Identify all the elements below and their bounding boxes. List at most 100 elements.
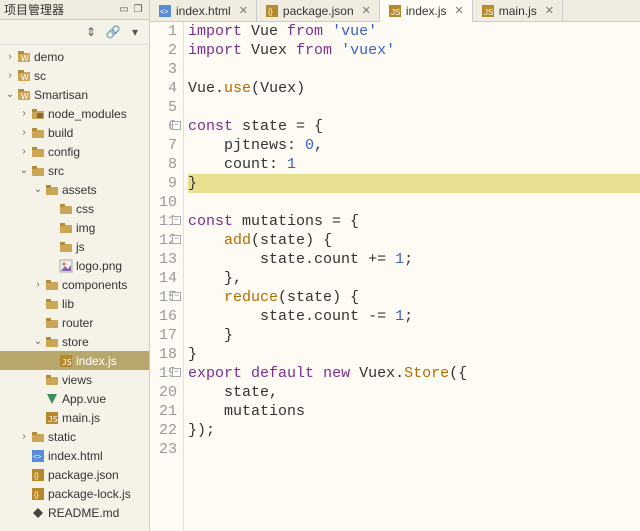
token-op: .: [395, 365, 404, 382]
code-line[interactable]: });: [188, 421, 640, 440]
code-line[interactable]: mutations: [188, 402, 640, 421]
expand-caret-icon[interactable]: ›: [4, 51, 16, 62]
tree-node-readme-md[interactable]: README.md: [0, 503, 149, 522]
expand-caret-icon[interactable]: ›: [4, 70, 16, 81]
link-editor-icon[interactable]: 🔗: [105, 24, 121, 40]
tree-node-js[interactable]: js: [0, 237, 149, 256]
tree-node-static[interactable]: ›static: [0, 427, 149, 446]
code-line[interactable]: state.count += 1;: [188, 250, 640, 269]
tab-main-js[interactable]: JSmain.js✕: [473, 0, 563, 21]
tree-node-demo[interactable]: ›Wdemo: [0, 47, 149, 66]
fold-marker-icon[interactable]: −: [172, 235, 181, 244]
tree-node-package-lock-js[interactable]: {}package-lock.js: [0, 484, 149, 503]
tree-node-sc[interactable]: ›Wsc: [0, 66, 149, 85]
token-op: = {: [332, 213, 359, 230]
tree-node-config[interactable]: ›config: [0, 142, 149, 161]
close-tab-icon[interactable]: ✕: [455, 4, 464, 17]
tree-label: js: [74, 240, 85, 254]
token-pln: state: [188, 384, 269, 401]
fold-marker-icon[interactable]: −: [172, 216, 181, 225]
expand-caret-icon[interactable]: ⌄: [32, 184, 44, 195]
tree-node-src[interactable]: ⌄src: [0, 161, 149, 180]
tree-node-node_modules[interactable]: ›node_modules: [0, 104, 149, 123]
file-tree[interactable]: ›Wdemo›Wsc⌄WSmartisan›node_modules›build…: [0, 45, 149, 531]
code-content[interactable]: import Vue from 'vue'import Vuex from 'v…: [184, 22, 640, 531]
code-line[interactable]: reduce(state) {: [188, 288, 640, 307]
close-tab-icon[interactable]: ✕: [545, 4, 554, 17]
fld-icon: [30, 145, 46, 159]
fold-marker-icon[interactable]: −: [172, 121, 181, 130]
code-line[interactable]: [188, 60, 640, 79]
code-line[interactable]: import Vue from 'vue': [188, 22, 640, 41]
code-line[interactable]: state,: [188, 383, 640, 402]
png-icon: [58, 259, 74, 273]
editor-area: <>index.html✕{}package.json✕JSindex.js✕J…: [150, 0, 640, 531]
code-line[interactable]: },: [188, 269, 640, 288]
token-pln: mutations: [188, 403, 305, 420]
tree-node-app-vue[interactable]: App.vue: [0, 389, 149, 408]
collapse-all-icon[interactable]: ⇕: [83, 24, 99, 40]
code-line[interactable]: }: [188, 326, 640, 345]
tab-package-json[interactable]: {}package.json✕: [257, 0, 380, 21]
token-op: ,: [269, 384, 278, 401]
code-line[interactable]: [188, 193, 640, 212]
tree-node-package-json[interactable]: {}package.json: [0, 465, 149, 484]
minimize-icon[interactable]: ▭: [117, 3, 131, 17]
tree-node-img[interactable]: img: [0, 218, 149, 237]
view-menu-icon[interactable]: ▾: [127, 24, 143, 40]
svg-text:<>: <>: [160, 9, 168, 16]
code-line[interactable]: count: 1: [188, 155, 640, 174]
tree-node-main-js[interactable]: JSmain.js: [0, 408, 149, 427]
tree-label: README.md: [46, 506, 119, 520]
tree-node-build[interactable]: ›build: [0, 123, 149, 142]
code-line[interactable]: }: [188, 345, 640, 364]
fld-icon: [44, 278, 60, 292]
code-line[interactable]: Vue.use(Vuex): [188, 79, 640, 98]
project-explorer-panel: 项目管理器 ▭ ❐ ⇕ 🔗 ▾ ›Wdemo›Wsc⌄WSmartisan›no…: [0, 0, 150, 531]
code-line[interactable]: add(state) {: [188, 231, 640, 250]
code-line[interactable]: const mutations = {: [188, 212, 640, 231]
tree-node-lib[interactable]: lib: [0, 294, 149, 313]
code-line[interactable]: state.count -= 1;: [188, 307, 640, 326]
expand-caret-icon[interactable]: ›: [18, 108, 30, 119]
code-line[interactable]: import Vuex from 'vuex': [188, 41, 640, 60]
expand-caret-icon[interactable]: ⌄: [18, 165, 30, 176]
fold-marker-icon[interactable]: −: [172, 368, 181, 377]
tab-label: index.html: [176, 4, 231, 18]
close-tab-icon[interactable]: ✕: [239, 4, 248, 17]
json-icon: {}: [265, 4, 279, 18]
token-kw: import: [188, 42, 242, 59]
tab-index-html[interactable]: <> index.html ✕: [150, 0, 257, 21]
tree-node-css[interactable]: css: [0, 199, 149, 218]
maximize-icon[interactable]: ❐: [131, 3, 145, 17]
code-line[interactable]: }: [188, 174, 640, 193]
expand-caret-icon[interactable]: ›: [32, 279, 44, 290]
tree-node-store[interactable]: ⌄store: [0, 332, 149, 351]
close-tab-icon[interactable]: ✕: [362, 4, 371, 17]
tree-node-assets[interactable]: ⌄assets: [0, 180, 149, 199]
code-line[interactable]: pjtnews: 0,: [188, 136, 640, 155]
token-pln: [359, 308, 368, 325]
tree-label: sc: [32, 69, 46, 83]
expand-caret-icon[interactable]: ⌄: [32, 336, 44, 347]
tree-node-logo-png[interactable]: logo.png: [0, 256, 149, 275]
expand-caret-icon[interactable]: ›: [18, 127, 30, 138]
code-editor[interactable]: 123456−7891011−12−131415−16171819−202122…: [150, 22, 640, 531]
tree-node-smartisan[interactable]: ⌄WSmartisan: [0, 85, 149, 104]
tree-node-index-html[interactable]: <>index.html: [0, 446, 149, 465]
token-kw: from: [296, 42, 332, 59]
expand-caret-icon[interactable]: ›: [18, 431, 30, 442]
code-line[interactable]: const state = {: [188, 117, 640, 136]
tree-label: components: [60, 278, 127, 292]
tree-node-components[interactable]: › components: [0, 275, 149, 294]
tree-node-router[interactable]: router: [0, 313, 149, 332]
code-line[interactable]: [188, 440, 640, 459]
code-line[interactable]: export default new Vuex.Store({: [188, 364, 640, 383]
tab-index-js[interactable]: JSindex.js✕: [380, 0, 473, 22]
code-line[interactable]: [188, 98, 640, 117]
tree-node-index-js[interactable]: JSindex.js: [0, 351, 149, 370]
fold-marker-icon[interactable]: −: [172, 292, 181, 301]
tree-node-views[interactable]: views: [0, 370, 149, 389]
expand-caret-icon[interactable]: ⌄: [4, 89, 16, 100]
expand-caret-icon[interactable]: ›: [18, 146, 30, 157]
